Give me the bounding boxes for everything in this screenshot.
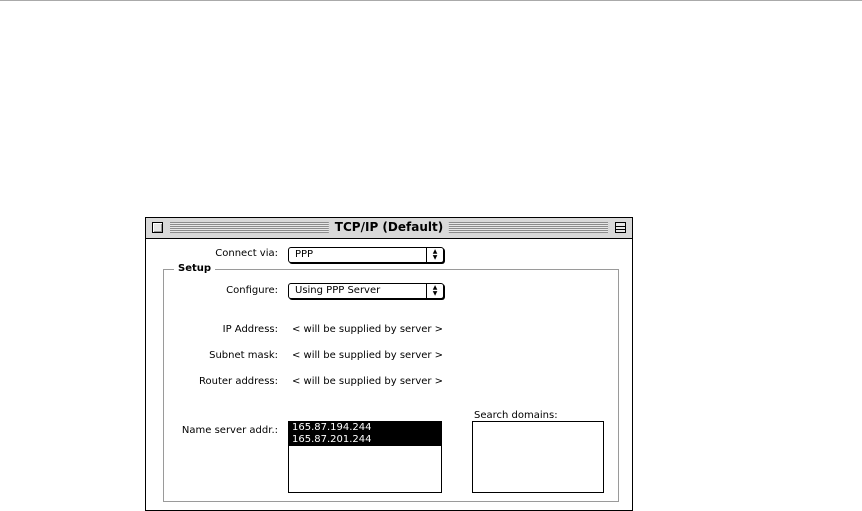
list-item[interactable]: 165.87.201.244 xyxy=(289,434,441,446)
name-server-list[interactable]: 165.87.194.244 165.87.201.244 xyxy=(288,421,442,493)
ip-address-label: IP Address: xyxy=(222,324,278,335)
connect-via-value: PPP xyxy=(295,249,314,260)
up-down-arrows-icon: ▲ ▼ xyxy=(426,284,443,299)
subnet-mask-value: < will be supplied by server > xyxy=(292,350,444,361)
configure-value: Using PPP Server xyxy=(295,285,381,296)
connect-via-label: Connect via: xyxy=(215,248,278,259)
router-address-value: < will be supplied by server > xyxy=(292,376,444,387)
name-server-label: Name server addr.: xyxy=(181,425,278,436)
zoom-box-icon[interactable] xyxy=(615,222,626,233)
close-box-icon[interactable] xyxy=(152,222,163,233)
up-down-arrows-icon: ▲ ▼ xyxy=(426,248,443,263)
title-bar[interactable]: TCP/IP (Default) xyxy=(146,218,632,239)
window-frame: TCP/IP (Default) Connect via: PPP ▲ ▼ Set… xyxy=(146,218,632,510)
ip-address-value: < will be supplied by server > xyxy=(292,324,444,335)
top-divider xyxy=(0,0,862,1)
tcpip-window: TCP/IP (Default) Connect via: PPP ▲ ▼ Set… xyxy=(145,217,633,511)
subnet-mask-label: Subnet mask: xyxy=(209,350,278,361)
setup-group-title: Setup xyxy=(174,262,216,276)
configure-label: Configure: xyxy=(226,285,278,296)
window-title: TCP/IP (Default) xyxy=(328,219,450,236)
search-domains-field[interactable] xyxy=(472,421,604,493)
connect-via-popup[interactable]: PPP ▲ ▼ xyxy=(288,247,444,263)
window-content: Connect via: PPP ▲ ▼ Setup Configure: Usi… xyxy=(146,239,632,510)
router-address-label: Router address: xyxy=(199,376,278,387)
list-item[interactable]: 165.87.194.244 xyxy=(289,422,441,434)
configure-popup[interactable]: Using PPP Server ▲ ▼ xyxy=(288,283,444,299)
